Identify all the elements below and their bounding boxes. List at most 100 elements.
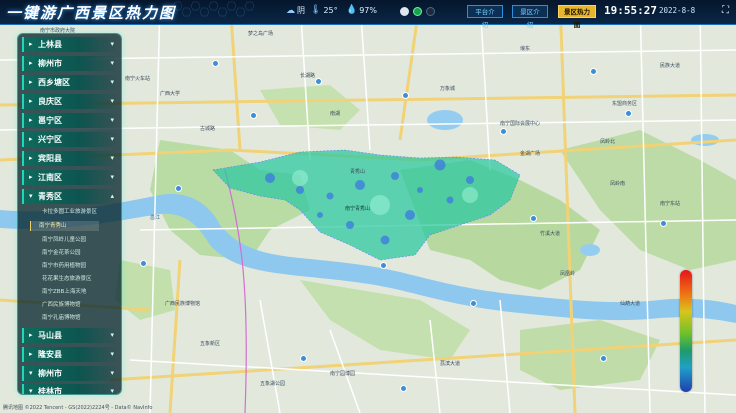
map-label: 凤岭北	[600, 139, 616, 145]
toggle-dot-middle[interactable]	[413, 7, 422, 16]
current-time: 19:55:27	[604, 4, 657, 17]
poi-marker[interactable]	[600, 355, 607, 362]
triangle-right-icon: ▸	[29, 135, 33, 143]
fullscreen-icon[interactable]: ⛶	[722, 6, 732, 16]
sidebar-item-shanglin[interactable]: ▸ 上林县 ▾	[22, 37, 117, 52]
sidebar-item-liangqing[interactable]: ▸ 良庆区 ▾	[22, 94, 117, 109]
poi-marker[interactable]	[315, 78, 322, 85]
poi-marker[interactable]	[400, 385, 407, 392]
heat-color-scale-legend	[680, 270, 692, 392]
scenic-item[interactable]: 广西民族博物馆	[42, 300, 81, 310]
scenic-item[interactable]: 南宁市药用植物园	[42, 261, 86, 271]
triangle-right-icon: ▸	[29, 78, 33, 86]
poi-marker[interactable]	[300, 355, 307, 362]
chevron-down-icon: ▾	[110, 350, 114, 358]
sidebar-item-guilin[interactable]: ▾ 桂林市 ▾	[22, 384, 117, 395]
triangle-right-icon: ▸	[29, 154, 33, 162]
current-date: 2022-8-8	[659, 6, 696, 15]
nav-platform-intro-button[interactable]: 平台介绍	[467, 5, 503, 29]
scenic-item[interactable]: 南宁孔庙博物馆	[42, 313, 81, 323]
nav-heatmap-button[interactable]: 景区热力图	[558, 5, 596, 29]
hexagon-pattern-decoration	[172, 1, 255, 17]
sidebar-item-label: 柳州市	[38, 369, 62, 378]
poi-marker[interactable]	[140, 260, 147, 267]
map-label: 广西大学	[160, 91, 181, 97]
chevron-down-icon: ▾	[110, 135, 114, 143]
map-label: 南宁火车站	[125, 76, 151, 82]
map-label: 南宁园博园	[330, 371, 356, 377]
thermometer-icon: 🌡	[310, 5, 322, 15]
nav-scenic-intro-button[interactable]: 景区介绍	[512, 5, 548, 29]
triangle-right-icon: ▸	[29, 116, 33, 124]
toggle-dot-right[interactable]	[426, 7, 435, 16]
poi-marker[interactable]	[500, 128, 507, 135]
poi-marker[interactable]	[660, 220, 667, 227]
sidebar-item-label: 上林县	[38, 40, 62, 49]
chevron-down-icon: ▾	[110, 387, 114, 395]
map-label: 梦之岛广场	[248, 31, 274, 37]
top-header-bar: 一键游广西景区热力图 ☁ 阴 🌡 25° 💧 97% 平台介绍 景区介绍 景区热…	[0, 0, 736, 29]
chevron-down-icon: ▾	[110, 97, 114, 105]
map-label: 广西民族博物馆	[165, 301, 201, 307]
sidebar-item-label: 良庆区	[38, 97, 62, 106]
map-label: 仙葫大道	[620, 301, 641, 307]
sidebar-item-xingning[interactable]: ▸ 兴宁区 ▾	[22, 132, 117, 147]
poi-marker[interactable]	[590, 68, 597, 75]
sidebar-item-qingxiu[interactable]: ▾ 青秀区 ▴	[22, 189, 117, 204]
triangle-down-icon: ▾	[29, 192, 33, 200]
poi-marker[interactable]	[212, 60, 219, 67]
chevron-down-icon: ▾	[110, 154, 114, 162]
poi-marker[interactable]	[402, 92, 409, 99]
scenic-item[interactable]: 南宁ZBB上海天地	[42, 287, 86, 297]
sidebar-item-longan[interactable]: ▸ 隆安县 ▾	[22, 347, 117, 362]
poi-marker[interactable]	[470, 300, 477, 307]
chevron-down-icon: ▾	[110, 173, 114, 181]
poi-marker[interactable]	[530, 215, 537, 222]
heat-spot	[405, 210, 415, 220]
scenic-item[interactable]: 南宁金花茶公园	[42, 248, 81, 258]
sidebar-item-mashan[interactable]: ▸ 马山县 ▾	[22, 328, 117, 343]
lake	[427, 110, 463, 130]
map-label: 凤岭南	[610, 181, 626, 187]
poi-marker[interactable]	[175, 185, 182, 192]
scenic-item[interactable]: 花花果生态旅游景区	[42, 274, 92, 284]
heat-spot	[292, 170, 308, 186]
heat-spot	[370, 195, 390, 215]
poi-marker[interactable]	[380, 262, 387, 269]
triangle-down-icon: ▾	[29, 369, 33, 377]
sidebar-item-jiangnan[interactable]: ▸ 江南区 ▾	[22, 170, 117, 185]
heat-spot	[296, 186, 304, 194]
map-label: 南宁东站	[660, 201, 681, 207]
sidebar-item-binyang[interactable]: ▸ 宾阳县 ▾	[22, 151, 117, 166]
sidebar-item-liuzhou[interactable]: ▸ 柳州市 ▾	[22, 56, 117, 71]
map-label: 青秀山	[350, 169, 366, 175]
map-label: 五象湖公园	[260, 381, 286, 387]
heat-spot	[265, 173, 275, 183]
poi-marker[interactable]	[250, 112, 257, 119]
lake	[580, 244, 600, 256]
heat-spot	[446, 196, 454, 204]
map-label: 东盟商务区	[612, 101, 638, 107]
chevron-down-icon: ▾	[110, 78, 114, 86]
sidebar-item-label: 青秀区	[38, 192, 62, 201]
sidebar-item-xixiangtang[interactable]: ▸ 西乡塘区 ▾	[22, 75, 117, 90]
toggle-dot-left[interactable]	[400, 7, 409, 16]
weather-temperature: 🌡 25°	[310, 5, 338, 15]
sidebar-item-label: 江南区	[38, 173, 62, 182]
triangle-right-icon: ▸	[29, 97, 33, 105]
scenic-item[interactable]: 卡拉多圆工业旅游景区	[42, 207, 97, 217]
sidebar-item-label: 兴宁区	[38, 135, 62, 144]
cloud-icon: ☁	[286, 5, 295, 16]
scenic-item-selected[interactable]: 南宁青秀山	[30, 221, 99, 231]
sidebar-item-label: 柳州市	[38, 59, 62, 68]
sidebar-item-liuzhou-city[interactable]: ▾ 柳州市 ▾	[22, 366, 117, 381]
poi-marker[interactable]	[625, 110, 632, 117]
page-title: 一键游广西景区热力图	[6, 4, 177, 22]
chevron-down-icon: ▾	[110, 116, 114, 124]
droplet-icon: 💧	[346, 5, 358, 15]
scenic-item[interactable]: 南宁凤岭儿童公园	[42, 235, 86, 245]
heat-spot	[317, 212, 323, 218]
chevron-down-icon: ▾	[110, 40, 114, 48]
temperature-text: 25°	[323, 5, 338, 15]
sidebar-item-yongning[interactable]: ▸ 邕宁区 ▾	[22, 113, 117, 128]
